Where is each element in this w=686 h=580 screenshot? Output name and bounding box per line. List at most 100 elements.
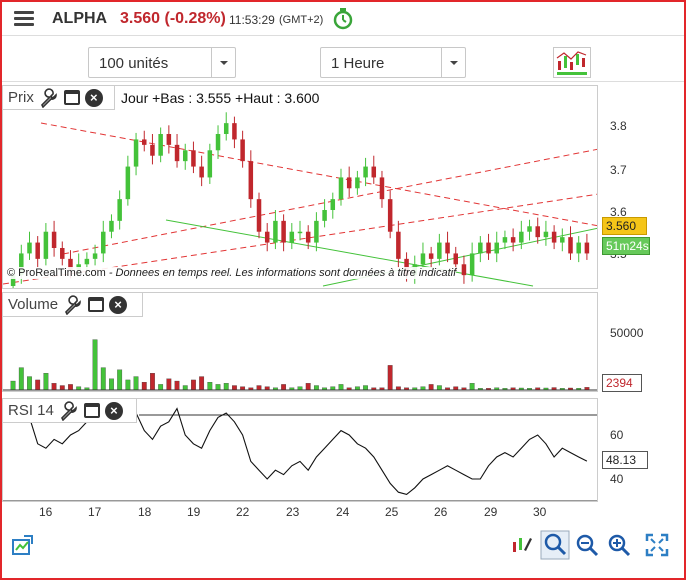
candle-body xyxy=(543,231,549,238)
zoom-area-icon[interactable] xyxy=(540,530,570,560)
candle-body xyxy=(43,231,49,259)
countdown-badge: 51m24s xyxy=(602,237,650,255)
wrench-icon[interactable] xyxy=(63,294,83,315)
disclaimer-brand: © ProRealTime.com xyxy=(7,267,106,279)
rsi-panel[interactable]: RSI 14 × xyxy=(2,398,598,502)
volume-bar xyxy=(109,378,114,391)
candle-body xyxy=(387,199,393,232)
candle-body xyxy=(248,161,254,200)
indicators-icon xyxy=(556,51,587,75)
candle-body xyxy=(371,166,377,178)
price-chart[interactable] xyxy=(3,86,598,289)
fullscreen-icon[interactable] xyxy=(644,532,670,558)
candle-body xyxy=(494,242,499,254)
close-icon[interactable]: × xyxy=(84,88,103,107)
candle-body xyxy=(158,134,163,156)
close-icon[interactable]: × xyxy=(109,295,128,314)
volume-bar xyxy=(420,386,426,391)
candle-body xyxy=(502,237,508,243)
candle-body xyxy=(141,139,147,145)
candle-body xyxy=(305,231,311,243)
candle-body xyxy=(125,166,131,200)
candle-body xyxy=(461,264,467,276)
candle-body xyxy=(273,220,278,243)
candle-body xyxy=(314,220,319,243)
volume-panel-tab: Volume × xyxy=(3,293,143,317)
indicators-button[interactable] xyxy=(553,47,591,78)
zoom-out-icon[interactable] xyxy=(574,532,600,558)
volume-bar xyxy=(313,385,319,391)
volume-bar xyxy=(191,379,196,391)
timeframe-label: 1 Heure xyxy=(331,55,385,72)
quantity-select[interactable]: 100 unités xyxy=(88,47,236,78)
candle-body xyxy=(92,253,98,259)
volume-bar xyxy=(10,380,16,391)
wrench-icon[interactable] xyxy=(39,87,59,108)
wrench-icon[interactable] xyxy=(59,400,79,421)
x-tick-label: 16 xyxy=(39,505,53,519)
price-tick: 3.7 xyxy=(610,163,627,177)
price-y-axis: 3.8 3.7 3.6 3.5 3.560 51m24s xyxy=(598,85,684,289)
export-icon[interactable] xyxy=(10,532,36,558)
rsi-tick: 60 xyxy=(610,428,624,442)
candle-body xyxy=(453,253,459,265)
clock-time: 11:53:29 xyxy=(229,13,275,27)
volume-y-axis: 50000 2394 xyxy=(598,292,684,392)
volume-tick: 50000 xyxy=(610,326,644,340)
window-icon[interactable] xyxy=(63,90,80,105)
volume-bar xyxy=(199,376,205,391)
chevron-down-icon[interactable] xyxy=(441,48,465,77)
candle-body xyxy=(150,144,155,156)
candle-body xyxy=(223,123,229,134)
chevron-down-icon[interactable] xyxy=(211,48,235,77)
candle-body xyxy=(346,177,352,189)
volume-bar xyxy=(453,386,459,391)
candle-body xyxy=(420,253,426,265)
controls-bar: 100 unités 1 Heure xyxy=(2,36,684,82)
volume-bar xyxy=(166,378,172,391)
candle-body xyxy=(109,220,114,232)
stopwatch-icon[interactable] xyxy=(333,8,353,30)
window-icon[interactable] xyxy=(88,297,105,312)
volume-bar xyxy=(76,386,82,391)
price-panel[interactable]: Prix × Jour +Bas : 3.555 +Haut : 3.600 ©… xyxy=(2,85,598,289)
zoom-in-icon[interactable] xyxy=(606,532,632,558)
disclaimer: © ProRealTime.com - Donnees en temps ree… xyxy=(7,267,457,279)
rsi-y-axis: 60 40 48.13 xyxy=(598,398,684,502)
window-icon[interactable] xyxy=(83,403,100,418)
candle-body xyxy=(182,150,188,162)
volume-bar xyxy=(158,384,164,391)
volume-bar xyxy=(354,386,360,391)
candle-body xyxy=(478,242,483,254)
volume-bar xyxy=(363,385,368,391)
volume-bar xyxy=(305,383,311,391)
rsi-panel-title: RSI 14 xyxy=(8,402,54,419)
candle-body xyxy=(60,248,65,259)
candle-body xyxy=(232,123,237,140)
volume-bar xyxy=(133,376,139,391)
candle-body xyxy=(428,253,434,259)
x-tick-label: 22 xyxy=(236,505,250,519)
candle-body xyxy=(207,150,213,178)
volume-bar xyxy=(27,376,32,391)
volume-bar xyxy=(43,373,49,391)
candle-body xyxy=(117,199,122,221)
volume-bar xyxy=(428,384,434,391)
menu-icon[interactable] xyxy=(14,11,34,27)
close-icon[interactable]: × xyxy=(104,401,123,420)
volume-bar xyxy=(264,386,270,391)
volume-panel[interactable]: Volume × xyxy=(2,292,598,392)
candle-body xyxy=(445,242,450,254)
timeframe-select[interactable]: 1 Heure xyxy=(320,47,466,78)
volume-bar xyxy=(387,365,393,391)
candle-body xyxy=(264,231,270,243)
candle-body xyxy=(576,242,581,254)
timezone: (GMT+2) xyxy=(279,14,324,26)
drawing-tools-icon[interactable] xyxy=(508,532,534,558)
x-tick-label: 29 xyxy=(484,505,498,519)
candle-body xyxy=(281,220,286,243)
x-tick-label: 23 xyxy=(286,505,300,519)
candle-body xyxy=(256,199,262,232)
candle-body xyxy=(338,177,344,200)
candle-body xyxy=(355,177,360,189)
